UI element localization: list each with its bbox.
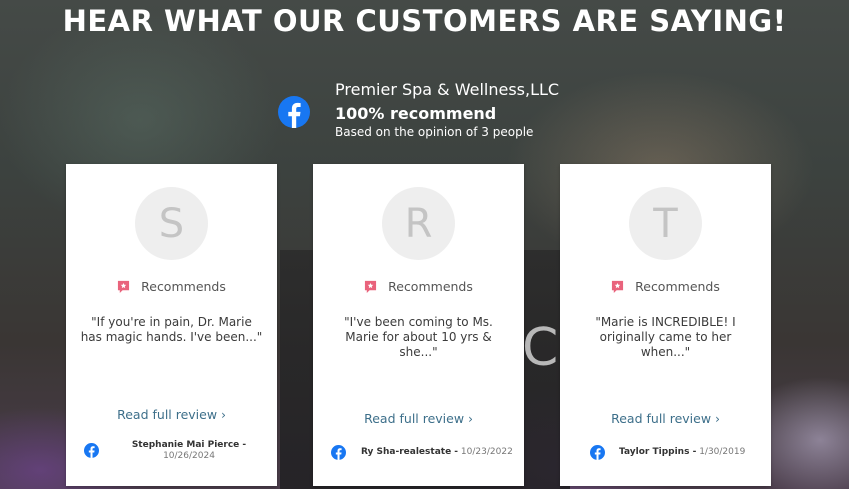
recommend-label: Recommends <box>388 279 473 294</box>
review-date: 10/26/2024 <box>163 451 215 461</box>
review-date: 1/30/2019 <box>699 447 746 457</box>
recommend-percentage: 100% recommend <box>335 104 497 123</box>
reviewer-line: Stephanie Mai Pierce - 10/26/2024 <box>106 440 272 462</box>
recommend-flag-icon <box>365 280 377 293</box>
read-full-review-link[interactable]: Read full review › <box>66 407 277 422</box>
review-excerpt: "If you're in pain, Dr. Marie has magic … <box>80 315 263 344</box>
chevron-right-icon: › <box>221 408 226 422</box>
review-card: T Recommends "Marie is INCREDIBLE! I ori… <box>560 164 771 486</box>
recommend-flag-icon <box>612 280 624 293</box>
recommend-label: Recommends <box>141 279 226 294</box>
review-card: R Recommends "I've been coming to Ms. Ma… <box>313 164 524 486</box>
reviewer-line: Ry Sha-realestate - 10/23/2022 <box>361 447 527 458</box>
chevron-right-icon: › <box>715 412 720 426</box>
recommend-row: Recommends <box>560 279 771 294</box>
page-title: HEAR WHAT OUR CUSTOMERS ARE SAYING! <box>62 4 787 38</box>
facebook-icon <box>590 445 605 460</box>
reviewer-name: Stephanie Mai Pierce - <box>131 440 247 450</box>
facebook-icon <box>278 96 310 128</box>
review-card: S Recommends "If you're in pain, Dr. Mar… <box>66 164 277 486</box>
chevron-right-icon: › <box>468 412 473 426</box>
opinion-count: Based on the opinion of 3 people <box>335 125 534 139</box>
avatar: R <box>382 187 455 260</box>
reviewer-name: Taylor Tippins - <box>619 447 697 457</box>
reviewer-name: Ry Sha-realestate - <box>361 447 459 457</box>
recommend-row: Recommends <box>313 279 524 294</box>
review-excerpt: "Marie is INCREDIBLE! I originally came … <box>595 315 736 359</box>
recommend-flag-icon <box>118 280 130 293</box>
review-date: 10/23/2022 <box>460 447 513 457</box>
avatar: T <box>629 187 702 260</box>
read-full-review-link[interactable]: Read full review › <box>560 411 771 426</box>
read-full-review-label: Read full review <box>611 411 712 426</box>
read-full-review-label: Read full review <box>364 411 465 426</box>
reviewer-line: Taylor Tippins - 1/30/2019 <box>619 447 785 458</box>
avatar: S <box>135 187 208 260</box>
review-excerpt: "I've been coming to Ms. Marie for about… <box>344 315 493 359</box>
facebook-icon <box>84 443 99 458</box>
read-full-review-label: Read full review <box>117 407 218 422</box>
business-name: Premier Spa & Wellness,LLC <box>335 80 560 99</box>
read-full-review-link[interactable]: Read full review › <box>313 411 524 426</box>
facebook-icon <box>331 445 346 460</box>
recommend-row: Recommends <box>66 279 277 294</box>
recommend-label: Recommends <box>635 279 720 294</box>
